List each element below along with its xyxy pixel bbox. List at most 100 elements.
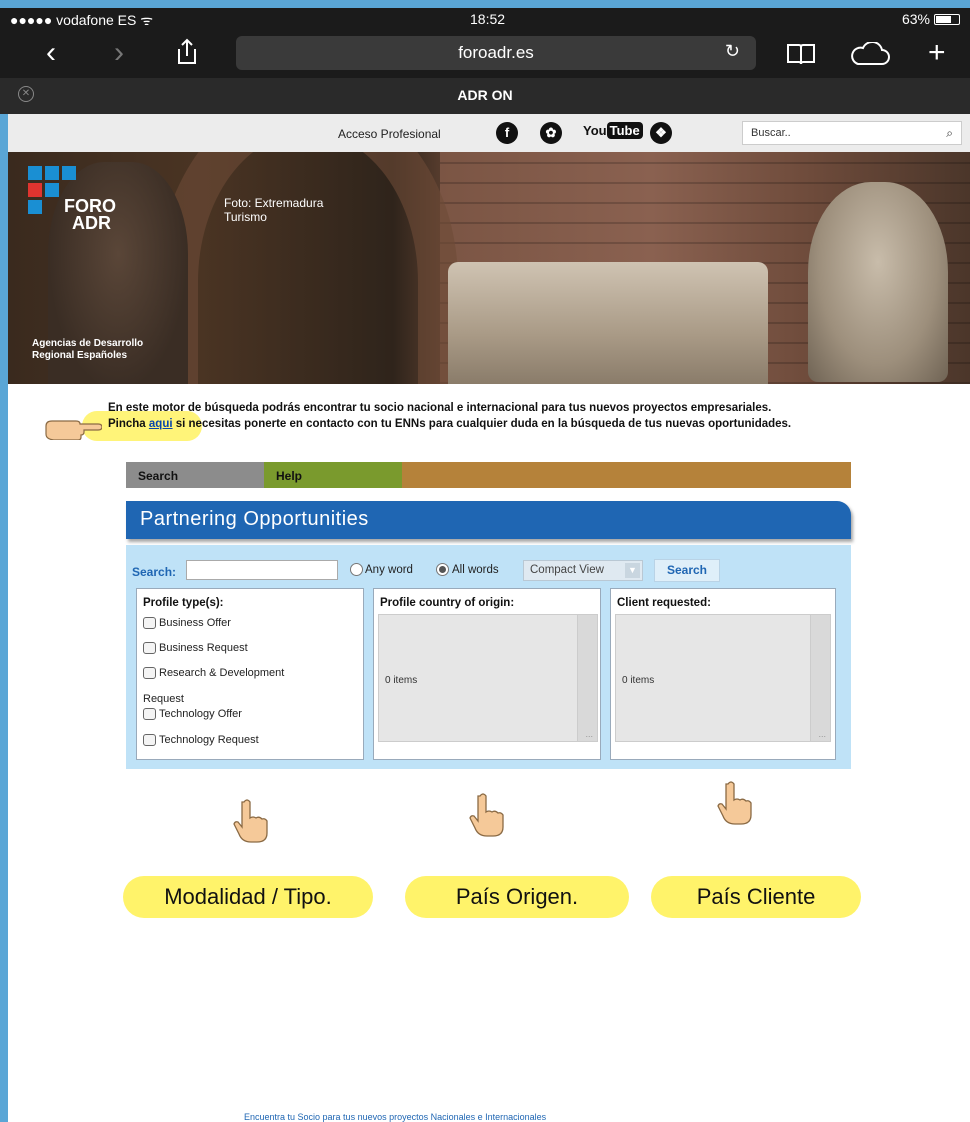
address-bar[interactable]: foroadr.es ↻ <box>236 36 756 70</box>
checkbox-rd-request[interactable]: Research & Development <box>143 667 284 679</box>
view-select-value: Compact View <box>530 564 604 576</box>
youtube-icon[interactable]: You Tube <box>583 122 643 139</box>
site-search-input[interactable]: Buscar.. ⌕ <box>742 121 962 145</box>
forward-icon[interactable]: › <box>114 36 124 70</box>
intro-line-1: En este motor de búsqueda podrás encontr… <box>108 402 772 414</box>
all-words-label: All words <box>452 564 499 576</box>
facebook-icon[interactable]: f <box>496 122 518 144</box>
keyword-search-input[interactable] <box>186 560 338 580</box>
share-icon[interactable] <box>176 38 198 74</box>
battery-indicator: 63% <box>902 11 960 27</box>
country-origin-box: Profile country of origin: 0 items ... <box>373 588 601 760</box>
intro-line-2-suffix: si necesitas ponerte en contacto con tu … <box>172 418 792 430</box>
logo-line-adr: ADR <box>72 213 111 233</box>
checkbox-business-request[interactable]: Business Request <box>143 642 248 654</box>
all-words-radio[interactable] <box>436 563 449 576</box>
logo-square <box>45 183 59 197</box>
checkbox-label: Technology Request <box>159 734 259 746</box>
pointing-hand-icon <box>469 793 504 837</box>
bull-bust-image <box>808 182 948 382</box>
logo-square <box>28 200 42 214</box>
client-requested-box: Client requested: 0 items ... <box>610 588 836 760</box>
intro-text: En este motor de búsqueda podrás encontr… <box>108 400 868 432</box>
new-tab-icon[interactable]: + <box>928 36 946 70</box>
tab-search[interactable]: Search <box>126 462 264 488</box>
search-label: Search: <box>132 565 177 579</box>
checkbox-technology-offer[interactable]: Technology Offer <box>143 708 242 720</box>
search-button[interactable]: Search <box>654 559 720 582</box>
checkbox[interactable] <box>143 667 156 679</box>
tab-title[interactable]: ADR ON <box>0 87 970 103</box>
country-origin-list[interactable]: 0 items ... <box>378 614 598 742</box>
search-panel: Search: Any word All words Compact View … <box>126 545 851 769</box>
checkbox[interactable] <box>143 617 156 629</box>
agencies-line-1: Agencias de Desarrollo <box>32 338 144 349</box>
search-icon[interactable]: ⌕ <box>946 126 953 141</box>
pointing-hand-icon <box>233 799 268 843</box>
slide-frame-top <box>0 0 970 8</box>
intro-line-2: Pincha aqui si necesitas ponerte en cont… <box>108 416 868 432</box>
status-bar: ●●●●● vodafone ES ᯤ 18:52 63% <box>0 8 970 30</box>
url-text: foroadr.es <box>458 43 534 62</box>
tab-help[interactable]: Help <box>264 462 402 488</box>
checkbox[interactable] <box>143 708 156 720</box>
resize-handle[interactable]: ... <box>818 729 826 739</box>
client-requested-list[interactable]: 0 items ... <box>615 614 831 742</box>
back-icon[interactable]: ‹ <box>46 36 56 70</box>
checkbox[interactable] <box>143 642 156 654</box>
site-top-bar: Acceso Profesional f ✿ You Tube ❖ Buscar.… <box>8 114 970 152</box>
callout-origin: País Origen. <box>405 876 629 918</box>
photo-credit-line-1: Foto: Extremadura <box>224 196 324 210</box>
aqui-link[interactable]: aqui <box>149 418 173 430</box>
twitter-icon[interactable]: ✿ <box>540 122 562 144</box>
youtube-text-a: You <box>583 123 607 138</box>
site-search-placeholder: Buscar.. <box>751 127 791 139</box>
browser-toolbar: ‹ › foroadr.es ↻ + <box>0 30 970 78</box>
youtube-text-b: Tube <box>606 122 643 139</box>
arch-image <box>158 152 458 384</box>
agencies-line-2: Regional Españoles <box>32 350 128 361</box>
checkbox[interactable] <box>143 734 156 746</box>
checkbox-label: Business Offer <box>159 617 231 629</box>
any-word-label: Any word <box>365 564 413 576</box>
pointing-hand-icon <box>717 781 752 825</box>
resize-handle[interactable]: ... <box>585 729 593 739</box>
client-requested-count: 0 items <box>622 675 655 686</box>
bookmarks-icon[interactable] <box>786 40 816 74</box>
google-plus-icon[interactable]: ❖ <box>650 122 672 144</box>
footer-link[interactable]: Encuentra tu Socio para tus nuevos proye… <box>244 1112 546 1122</box>
view-select[interactable]: Compact View ▼ <box>523 560 643 581</box>
tab-strip: Search Help <box>126 462 851 488</box>
photo-credit-line-2: Turismo <box>224 210 267 224</box>
any-word-radio[interactable] <box>350 563 363 576</box>
logo-text: FORO ADR <box>64 197 116 233</box>
hero-banner: FORO ADR Foto: Extremadura Turismo Agenc… <box>8 152 970 384</box>
clock: 18:52 <box>470 11 506 27</box>
intro-line-2-prefix: Pincha <box>108 418 149 430</box>
checkbox-label-wrap: Request <box>143 693 184 705</box>
checkbox-label: Research & Development <box>159 667 285 679</box>
profile-type-heading: Profile type(s): <box>143 597 224 609</box>
logo-square <box>28 166 42 180</box>
logo-square <box>62 166 76 180</box>
chevron-down-icon: ▼ <box>625 563 640 578</box>
profile-type-box: Profile type(s): Business Offer Business… <box>136 588 364 760</box>
sarcophagus-image <box>448 262 768 384</box>
pointing-hand-icon <box>45 420 102 440</box>
client-requested-heading: Client requested: <box>617 597 711 609</box>
photo-credit: Foto: Extremadura Turismo <box>224 196 364 224</box>
scrollbar[interactable] <box>577 615 597 741</box>
callout-client: País Cliente <box>651 876 861 918</box>
battery-icon <box>934 13 960 25</box>
checkbox-label: Business Request <box>159 642 248 654</box>
checkbox-business-offer[interactable]: Business Offer <box>143 617 231 629</box>
checkbox-technology-request[interactable]: Technology Request <box>143 734 259 746</box>
reload-icon[interactable]: ↻ <box>725 41 740 62</box>
scrollbar[interactable] <box>810 615 830 741</box>
country-origin-count: 0 items <box>385 675 418 686</box>
slide-frame-left <box>0 0 8 1122</box>
carrier-label: ●●●●● vodafone ES ᯤ <box>10 12 154 28</box>
cloud-tabs-icon[interactable] <box>850 40 890 74</box>
professional-access-link[interactable]: Acceso Profesional <box>338 127 441 141</box>
callout-type: Modalidad / Tipo. <box>123 876 373 918</box>
